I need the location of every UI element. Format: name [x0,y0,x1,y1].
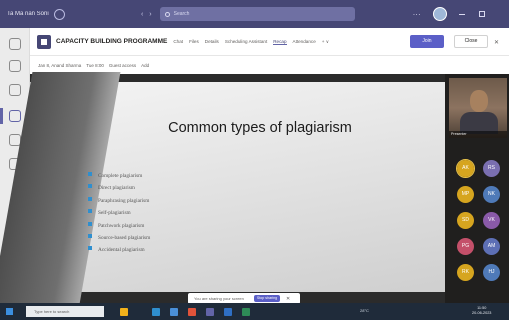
word-icon[interactable] [224,308,232,316]
bullet-item: Patchwork plagiarism [88,221,150,234]
tab-scheduling[interactable]: Scheduling Assistant [225,39,267,44]
bullet-item: Self-plagiarism [88,209,150,221]
taskbar-search[interactable]: Type here to search [26,306,104,317]
meeting-header: CAPACITY BUILDING PROGRAMME Chat Files D… [30,28,509,56]
window-title: Ta Ma nan Soni [7,11,49,17]
bullet-item: Complete plagiarism [88,172,150,184]
participant-avatar[interactable]: MP [457,186,474,203]
search-box[interactable]: Search [159,7,355,21]
maximize-icon[interactable] [478,11,485,17]
slide-bullet-list: Complete plagiarism Direct plagiarism Pa… [88,172,150,259]
participant-avatar[interactable]: HJ [483,264,500,281]
participant-avatar[interactable]: AM [483,238,500,255]
bullet-item: Accidental plagiarism [88,246,150,258]
files-icon[interactable] [120,308,128,316]
mail-icon[interactable] [170,308,178,316]
bullet-item: Paraphrasing plagiarism [88,196,150,209]
minimize-icon[interactable] [458,13,465,15]
bullet-icon [88,209,92,214]
excel-icon[interactable] [242,308,250,316]
history-nav-buttons[interactable]: ‹ › [141,11,154,18]
bullet-icon [88,172,92,176]
presenter-head [470,90,488,112]
slide-title: Common types of plagiarism [168,120,352,136]
active-indicator [0,108,3,124]
meeting-logo-icon [37,34,51,49]
guest-access[interactable]: Guest access [109,63,136,68]
tab-attendance[interactable]: Attendance [293,39,316,44]
tab-chat[interactable]: Chat [173,39,183,44]
chat-icon[interactable] [9,60,21,72]
close-icon[interactable]: ✕ [494,39,499,46]
more-options-button[interactable]: ··· [413,10,421,19]
tab-recap[interactable]: Recap [273,39,287,45]
participant-avatar[interactable]: AK [457,160,474,177]
presentation-slide: Common types of plagiarism Complete plag… [0,72,445,304]
edge-icon[interactable] [152,308,160,316]
join-button[interactable]: Join [410,35,444,48]
title-bar: Ta Ma nan Soni ‹ › Search ··· [0,0,509,28]
windows-taskbar: Type here to search 28°C 11:50 20-06-202… [0,303,509,320]
add-button[interactable]: Add [141,63,149,68]
bullet-icon [88,246,92,251]
meeting-title: CAPACITY BUILDING PROGRAMME [56,38,168,45]
user-avatar[interactable] [432,7,447,21]
participant-avatar[interactable]: PG [457,238,474,255]
tab-files[interactable]: Files [189,39,199,44]
windows-start-icon[interactable] [6,308,13,315]
bullet-icon [88,233,92,238]
bullet-item: Source-based plagiarism [88,233,150,246]
participant-avatar[interactable]: RS [483,160,500,177]
system-clock[interactable]: 11:50 20-06-2023 [472,306,491,316]
activity-icon[interactable] [9,38,21,50]
bullet-icon [88,196,92,201]
bullet-item: Direct plagiarism [88,184,150,196]
bullet-icon [88,221,92,226]
search-icon [164,11,170,17]
search-placeholder: Search [173,11,190,17]
calendar-icon[interactable] [9,110,21,122]
tab-details[interactable]: Details [205,39,219,44]
participant-avatar[interactable]: VK [483,212,500,229]
clock-date: 20-06-2023 [472,311,492,315]
participant-avatar[interactable]: NK [483,186,500,203]
profile-status-icon[interactable] [54,8,65,20]
sharing-status-text: You are sharing your screen [194,296,244,301]
weather-tray[interactable]: 28°C [360,308,369,313]
close-button[interactable]: Close [454,35,488,48]
presenter-name-label: Presenter [449,131,507,138]
stop-sharing-button[interactable]: Stop sharing [254,295,280,302]
teams-icon[interactable] [9,84,21,96]
teams-icon[interactable] [206,308,214,316]
participant-avatar[interactable]: SD [457,212,474,229]
meeting-time: Tue 8:00 [86,62,104,68]
meeting-organizer: Jan 8, Anand Sharma [38,62,82,68]
participant-avatar[interactable]: RK [457,264,474,281]
bullet-icon [88,184,92,189]
chrome-icon[interactable] [188,308,196,316]
close-share-bar-icon[interactable]: ✕ [286,296,290,302]
tab-add[interactable]: + ∨ [322,39,329,45]
